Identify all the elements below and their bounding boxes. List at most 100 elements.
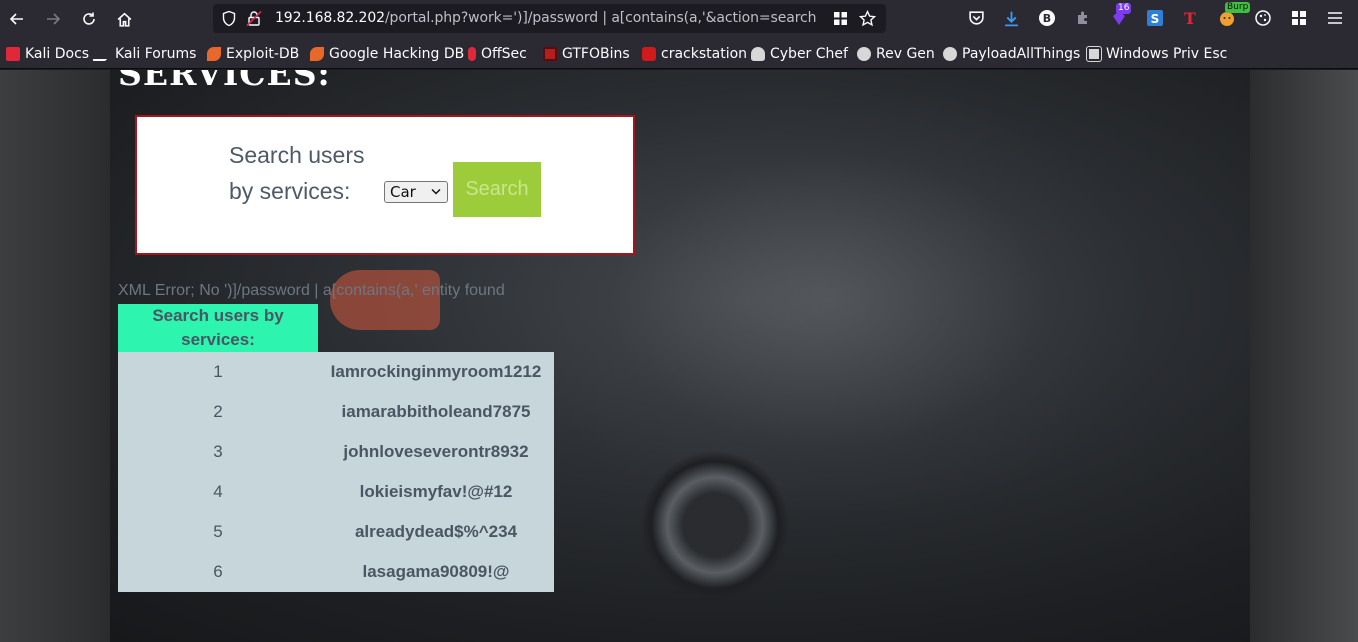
row-value: johnloveseverontr8932	[343, 442, 529, 461]
bookmark-star-icon[interactable]	[859, 10, 876, 27]
url-host: 192.168.82.202	[275, 10, 385, 26]
crackstation-icon	[642, 47, 656, 61]
row-value: lasagama90809!@	[362, 562, 510, 581]
bookmark-payloadallthings[interactable]: PayloadAllThings	[943, 45, 1080, 63]
table-row: 2 iamarabbitholeand7875	[118, 392, 554, 432]
results-header: Search users by services:	[118, 304, 318, 352]
url-bar[interactable]: 192.168.82.202/portal.php?work=')]/passw…	[213, 4, 886, 33]
row-value: iamarabbitholeand7875	[341, 402, 531, 421]
bookmark-windows-priv-esc[interactable]: Windows Priv Esc	[1086, 45, 1228, 63]
row-value: alreadydead$%^234	[354, 522, 518, 541]
home-button[interactable]	[112, 7, 136, 31]
forward-arrow-icon	[47, 13, 61, 25]
bookmark-label: OffSec	[481, 46, 527, 62]
back-arrow-icon	[9, 13, 23, 25]
bookmark-label: Rev Gen	[876, 46, 935, 62]
bookmark-label: GTFOBins	[562, 46, 630, 62]
bookmark-label: Windows Priv Esc	[1106, 46, 1228, 62]
s-square-icon: S	[1147, 10, 1163, 26]
extension-s[interactable]: S	[1144, 7, 1166, 29]
extension-cookie[interactable]	[1252, 7, 1274, 29]
svg-text:S: S	[1151, 12, 1160, 26]
bookmark-label: Exploit-DB	[226, 46, 300, 62]
extensions-button[interactable]	[1288, 7, 1310, 29]
bookmark-label: Google Hacking DB	[329, 46, 465, 62]
table-row: 6 lasagama90809!@	[118, 552, 554, 592]
b-circle-icon: B	[1039, 10, 1055, 26]
url-path: /portal.php?work=')]/password | a[contai…	[384, 10, 817, 26]
row-number: 6	[213, 562, 223, 581]
service-select[interactable]: Car	[384, 181, 448, 203]
kali-forums-icon	[91, 47, 115, 61]
chevron-down-icon	[431, 188, 441, 195]
reload-button[interactable]	[77, 7, 101, 31]
row-value: Iamrockinginmyroom1212	[330, 362, 542, 381]
bookmark-google-hacking-db[interactable]: Google Hacking DB	[310, 45, 464, 63]
tracking-shield-icon[interactable]	[221, 10, 237, 27]
row-number: 4	[213, 482, 223, 501]
xml-error-message: XML Error; No ')]/password | a[contains(…	[118, 282, 505, 299]
extension-b[interactable]: B	[1036, 7, 1058, 29]
extension-notifications[interactable]: 16	[1108, 3, 1132, 29]
t-letter-icon: T	[1184, 9, 1196, 27]
table-row: 1 Iamrockinginmyroom1212	[118, 352, 554, 392]
background-curtain-left	[0, 70, 110, 642]
offsec-icon	[468, 47, 476, 61]
table-row: 3 johnloveseverontr8932	[118, 432, 554, 472]
row-number: 2	[213, 402, 223, 421]
background-curtain-right	[1250, 70, 1358, 642]
row-number: 1	[213, 362, 223, 381]
bookmark-cyber-chef[interactable]: Cyber Chef	[751, 45, 848, 63]
puzzle-icon	[1078, 11, 1087, 24]
home-icon	[117, 12, 131, 27]
skull-icon	[857, 47, 871, 61]
extensions-grid-icon	[1292, 11, 1306, 25]
back-button[interactable]	[5, 7, 29, 31]
pocket-button[interactable]	[965, 7, 987, 29]
page-viewport: SERVICES: Search users by services: Car …	[0, 70, 1358, 642]
bookmark-rev-gen[interactable]: Rev Gen	[857, 45, 935, 63]
extension-burp[interactable]: Burp	[1216, 2, 1251, 29]
bookmark-kali-docs[interactable]: Kali Docs	[6, 45, 89, 63]
notification-count-badge: 16	[1116, 3, 1132, 14]
ghdb-icon	[310, 47, 324, 61]
bookmarks-toolbar: Kali Docs Kali Forums Exploit-DB Google …	[0, 38, 1358, 69]
results-body: 1 Iamrockinginmyroom1212 2 iamarabbitholea…	[118, 352, 554, 592]
search-form: Search users by services: Car Search	[135, 115, 635, 255]
exploit-db-icon	[207, 47, 221, 61]
downloads-button[interactable]	[1000, 7, 1022, 29]
gtfobins-icon	[543, 47, 557, 61]
search-button[interactable]: Search	[453, 162, 541, 217]
selected-service: Car	[390, 183, 416, 201]
extension-puzzle[interactable]	[1072, 7, 1094, 29]
bookmark-offsec[interactable]: OffSec	[468, 45, 527, 63]
bookmark-exploit-db[interactable]: Exploit-DB	[207, 45, 299, 63]
bookmark-kali-forums[interactable]: Kali Forums	[91, 45, 197, 63]
reload-icon	[83, 12, 95, 25]
row-number: 5	[213, 522, 223, 541]
page-title: SERVICES:	[118, 70, 331, 93]
bookmark-label: Kali Forums	[115, 46, 197, 62]
table-row: 5 alreadydead$%^234	[118, 512, 554, 552]
insecure-lock-icon[interactable]	[246, 10, 262, 27]
row-value: lokieismyfav!@#12	[359, 482, 513, 501]
browser-toolbar: 192.168.82.202/portal.php?work=')]/passw…	[0, 0, 1358, 38]
bookmark-label: Cyber Chef	[770, 46, 848, 62]
bookmark-label: Kali Docs	[25, 46, 90, 62]
bookmark-label: PayloadAllThings	[962, 46, 1081, 62]
svg-text:B: B	[1043, 12, 1051, 25]
download-arrow-icon	[1004, 11, 1018, 26]
results-table: Search users by services: 1 Iamrockinginm…	[118, 304, 554, 592]
github-icon	[943, 47, 957, 61]
menu-button[interactable]	[1324, 7, 1346, 29]
search-label: Search users by services:	[229, 142, 365, 204]
cyber-chef-icon	[751, 47, 765, 61]
extension-t[interactable]: T	[1179, 7, 1201, 29]
bookmark-crackstation[interactable]: crackstation	[642, 45, 747, 63]
windows-priv-esc-icon	[1086, 46, 1102, 62]
reader-grid-icon[interactable]	[833, 11, 848, 26]
url-text[interactable]: 192.168.82.202/portal.php?work=')]/passw…	[275, 10, 817, 26]
bookmark-gtfobins[interactable]: GTFOBins	[543, 45, 630, 63]
cookie-icon	[1255, 10, 1271, 26]
forward-button[interactable]	[41, 7, 65, 31]
